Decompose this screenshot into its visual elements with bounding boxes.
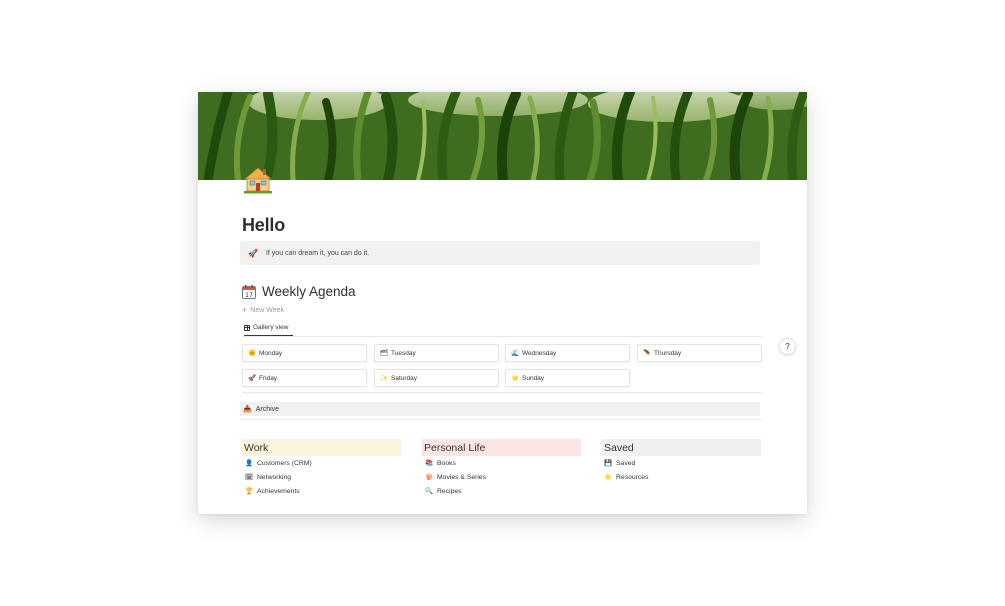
svg-text:17: 17 xyxy=(245,291,253,298)
gallery-card-thursday[interactable]: 🪶 Thursday xyxy=(637,344,762,362)
gallery-grid-icon xyxy=(244,324,250,331)
popcorn-icon: 🍿 xyxy=(425,474,434,481)
card-label: Sunday xyxy=(522,374,545,382)
notion-page: Hello 🚀 If you can dream it, you can do … xyxy=(198,92,807,514)
archive-toggle[interactable]: 📥 Archive xyxy=(240,402,760,416)
link-label: Recipes xyxy=(437,487,462,495)
saved-heading[interactable]: Saved xyxy=(602,439,761,456)
quote-callout[interactable]: 🚀 If you can dream it, you can do it. xyxy=(240,241,760,265)
link-label: Networking xyxy=(257,473,291,481)
work-heading[interactable]: Work xyxy=(242,439,401,456)
link-networking[interactable]: 🗓 Networking xyxy=(245,473,291,482)
page-title[interactable]: Hello xyxy=(242,215,285,236)
gallery-card-saturday[interactable]: ✨ Saturday xyxy=(374,369,499,387)
link-label: Achievements xyxy=(257,487,300,495)
person-icon: 👤 xyxy=(245,460,254,467)
agenda-title: Weekly Agenda xyxy=(262,284,356,299)
card-label: Tuesday xyxy=(391,349,416,357)
books-icon: 📚 xyxy=(425,460,434,467)
link-movies-series[interactable]: 🍿 Movies & Series xyxy=(425,473,487,482)
archive-label: Archive xyxy=(255,405,280,413)
cover-image[interactable] xyxy=(198,92,807,180)
sun-icon: 🌞 xyxy=(248,350,257,357)
sparkles-icon: ✨ xyxy=(380,375,389,382)
plus-icon: + xyxy=(242,305,248,315)
callout-text: If you can dream it, you can do it. xyxy=(265,249,370,257)
folder-icon: 🗂 xyxy=(380,350,389,357)
link-customers-crm[interactable]: 👤 Customers (CRM) xyxy=(245,459,312,468)
link-recipes[interactable]: 🔍 Recipes xyxy=(425,487,462,496)
link-label: Saved xyxy=(616,459,636,467)
wave-icon: 🌊 xyxy=(511,350,520,357)
house-icon[interactable] xyxy=(242,164,274,196)
rocket-icon: 🚀 xyxy=(248,375,257,382)
gallery-card-sunday[interactable]: ⭐ Sunday xyxy=(505,369,630,387)
trophy-icon: 🏆 xyxy=(245,488,254,495)
gallery-card-monday[interactable]: 🌞 Monday xyxy=(242,344,367,362)
divider xyxy=(242,419,762,420)
gallery-card-wednesday[interactable]: 🌊 Wednesday xyxy=(505,344,630,362)
personal-life-heading[interactable]: Personal Life xyxy=(422,439,581,456)
feather-icon: 🪶 xyxy=(643,350,652,357)
help-button[interactable]: ? xyxy=(779,338,796,355)
new-week-button[interactable]: + New Week xyxy=(242,305,284,315)
gallery-card-tuesday[interactable]: 🗂 Tuesday xyxy=(374,344,499,362)
floppy-disk-icon: 💾 xyxy=(604,460,613,467)
new-week-label: New Week xyxy=(250,307,284,314)
star-icon: ⭐ xyxy=(511,375,520,382)
rocket-icon: 🚀 xyxy=(248,248,258,258)
card-label: Wednesday xyxy=(522,349,557,357)
calendar-icon: 17 xyxy=(242,284,256,299)
magnifier-icon: 🔍 xyxy=(425,488,434,495)
inbox-tray-icon: 📥 xyxy=(243,406,252,413)
tab-gallery-view[interactable]: Gallery view xyxy=(244,324,293,336)
link-saved[interactable]: 💾 Saved xyxy=(604,459,636,468)
gallery-card-friday[interactable]: 🚀 Friday xyxy=(242,369,367,387)
link-label: Customers (CRM) xyxy=(257,459,312,467)
star-icon: ⭐ xyxy=(604,474,613,481)
card-label: Thursday xyxy=(654,349,682,357)
link-resources[interactable]: ⭐ Resources xyxy=(604,473,649,482)
calendar-icon: 🗓 xyxy=(245,474,254,481)
link-label: Resources xyxy=(616,473,649,481)
card-label: Monday xyxy=(259,349,283,357)
divider xyxy=(242,392,762,393)
card-label: Friday xyxy=(259,374,278,382)
weekly-agenda-heading[interactable]: 17 Weekly Agenda xyxy=(242,284,356,299)
link-label: Movies & Series xyxy=(437,473,487,481)
link-achievements[interactable]: 🏆 Achievements xyxy=(245,487,300,496)
view-divider xyxy=(242,336,762,337)
link-books[interactable]: 📚 Books xyxy=(425,459,456,468)
link-label: Books xyxy=(437,459,456,467)
card-label: Saturday xyxy=(391,374,418,382)
gallery-view-label: Gallery view xyxy=(253,324,289,331)
